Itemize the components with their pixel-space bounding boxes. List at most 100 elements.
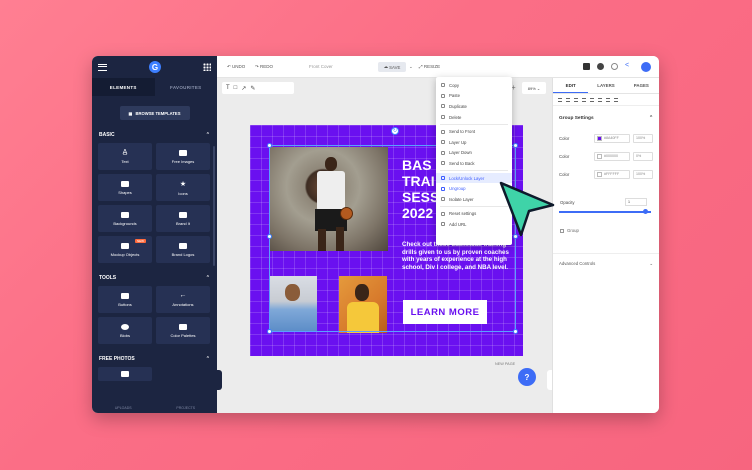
cursor-pointer-icon — [499, 181, 555, 237]
sidebar-scrollbar[interactable] — [213, 146, 215, 266]
save-options-chevron-icon[interactable]: ⌄ — [409, 64, 413, 70]
basic-tiles: A̲ Text Free Images Shapes ★ Icons Backgro… — [92, 143, 217, 263]
tile-text[interactable]: A̲ Text — [98, 143, 152, 170]
opacity-slider[interactable] — [559, 211, 651, 213]
save-button[interactable]: ☁ SAVE — [378, 62, 406, 72]
opacity-input[interactable]: 1 — [625, 198, 647, 206]
align-bottom-icon[interactable] — [598, 97, 602, 102]
menu-paste[interactable]: Paste — [436, 91, 512, 102]
resize-handle[interactable] — [513, 329, 518, 334]
new-page-button[interactable]: NEW PAGE — [495, 362, 515, 366]
color-opacity-input[interactable]: 100% — [633, 133, 653, 143]
tab-elements[interactable]: ELEMENTS — [92, 78, 155, 96]
tile-backgrounds[interactable]: Backgrounds — [98, 205, 152, 232]
tile-color-palettes[interactable]: Color Palettes — [156, 317, 210, 344]
apps-grid-icon[interactable] — [203, 63, 211, 71]
menu-icon[interactable] — [98, 63, 107, 71]
tab-favourites[interactable]: FAVOURITES — [155, 78, 218, 96]
menu-label: Lock/Unlock Layer — [449, 175, 485, 181]
advanced-controls-title: Advanced Controls — [559, 261, 596, 266]
color-row: Color #8A40FF 100% — [553, 129, 659, 147]
color-swatch[interactable] — [597, 153, 602, 159]
download-icon[interactable] — [641, 62, 651, 72]
resize-handle[interactable] — [513, 143, 518, 148]
rotate-handle-icon[interactable]: ↻ — [391, 127, 399, 135]
tile-brand-it[interactable]: Brand It — [156, 205, 210, 232]
text-tool-icon[interactable]: T — [226, 85, 230, 91]
settings-icon[interactable] — [611, 63, 618, 70]
group-settings-header[interactable]: Group Settings ⌃ — [553, 106, 659, 121]
menu-delete[interactable]: Delete — [436, 112, 512, 123]
tile-brand-logos[interactable]: Brand Logos — [156, 236, 210, 263]
tab-projects[interactable]: PROJECTS — [155, 403, 218, 413]
history-icon[interactable] — [597, 63, 604, 70]
tab-edit[interactable]: EDIT — [553, 78, 589, 93]
tile-icons[interactable]: ★ Icons — [156, 174, 210, 201]
align-center-icon[interactable] — [566, 97, 570, 102]
arrow-icon: ← — [179, 292, 187, 299]
help-button[interactable]: ? — [518, 368, 536, 386]
spacing-icon[interactable] — [614, 97, 618, 102]
menu-send-to-front[interactable]: Send to Front — [436, 126, 512, 137]
tile-mockup-objects[interactable]: NEW Mockup Objects — [98, 236, 152, 263]
zoom-select[interactable]: 89% ⌄ — [522, 82, 546, 94]
left-sidebar: G ELEMENTS FAVOURITES ▦ BROWSE TEMPLATES… — [92, 56, 217, 413]
document-name[interactable]: Front Cover — [309, 64, 333, 69]
opacity-label: Opacity — [560, 200, 575, 205]
tab-layers[interactable]: LAYERS — [588, 78, 623, 93]
tile-shapes[interactable]: Shapes — [98, 174, 152, 201]
resize-handle[interactable] — [267, 234, 272, 239]
templates-icon: ▦ — [128, 110, 133, 116]
menu-layer-up[interactable]: Layer Up — [436, 137, 512, 148]
pen-tool-icon[interactable]: ✎ — [250, 85, 255, 92]
sidebar-header: G — [92, 56, 217, 78]
shape-tool-icon[interactable]: □ — [234, 85, 238, 91]
resize-button[interactable]: ⤢ RESIZE — [419, 64, 440, 69]
tab-uploads[interactable]: UPLOADS — [92, 403, 155, 413]
menu-copy[interactable]: Copy — [436, 80, 512, 91]
menu-send-to-back[interactable]: Send to Back — [436, 158, 512, 169]
color-swatch[interactable] — [597, 171, 602, 177]
browse-templates-button[interactable]: ▦ BROWSE TEMPLATES — [119, 106, 190, 120]
color-opacity-input[interactable]: 100% — [633, 169, 653, 179]
layer-down-icon — [441, 150, 445, 155]
resize-handle[interactable] — [267, 143, 272, 148]
app-logo[interactable]: G — [149, 61, 161, 73]
tile-annotations[interactable]: ← Annotations — [156, 286, 210, 313]
mockup-icon — [121, 242, 129, 249]
color-input[interactable]: #8A40FF — [594, 133, 630, 143]
share-icon[interactable]: < — [625, 62, 632, 69]
tile-label: Shapes — [118, 189, 132, 195]
color-label: Color — [559, 135, 570, 141]
collapse-sidebar-handle[interactable] — [217, 370, 222, 390]
logo-icon — [179, 242, 187, 249]
color-opacity-input[interactable]: 0% — [633, 151, 653, 161]
tile-free-images[interactable]: Free Images — [156, 143, 210, 170]
tile-blobs[interactable]: Blobs — [98, 317, 152, 344]
resize-handle[interactable] — [267, 329, 272, 334]
align-top-icon[interactable] — [582, 97, 586, 102]
align-left-icon[interactable] — [558, 97, 562, 102]
menu-layer-down[interactable]: Layer Down — [436, 148, 512, 159]
color-input[interactable]: #000000 — [594, 151, 630, 161]
tile-buttons[interactable]: Buttons — [98, 286, 152, 313]
color-swatch[interactable] — [597, 135, 602, 141]
opacity-slider-handle[interactable] — [643, 209, 648, 214]
tab-pages[interactable]: PAGES — [624, 78, 659, 93]
color-input[interactable]: #FFFFFF — [594, 169, 630, 179]
tile-photos[interactable] — [98, 367, 152, 381]
align-middle-icon[interactable] — [590, 97, 594, 102]
section-free-photos[interactable]: FREE PHOTOS ⌃ — [92, 344, 217, 367]
section-tools[interactable]: TOOLS ⌃ — [92, 263, 217, 286]
group-checkbox[interactable]: Group — [560, 228, 579, 233]
align-right-icon[interactable] — [574, 97, 578, 102]
present-icon[interactable] — [583, 63, 590, 70]
advanced-controls-header[interactable]: Advanced Controls ⌄ — [553, 253, 659, 274]
distribute-icon[interactable] — [606, 97, 610, 102]
layer-up-icon — [441, 140, 445, 145]
line-tool-icon[interactable]: ↗ — [241, 85, 246, 92]
undo-button[interactable]: ↶ UNDO — [227, 64, 245, 70]
redo-button[interactable]: ↷ REDO — [255, 64, 273, 70]
section-basic[interactable]: BASIC ⌃ — [92, 126, 217, 143]
menu-duplicate[interactable]: Duplicate — [436, 101, 512, 112]
